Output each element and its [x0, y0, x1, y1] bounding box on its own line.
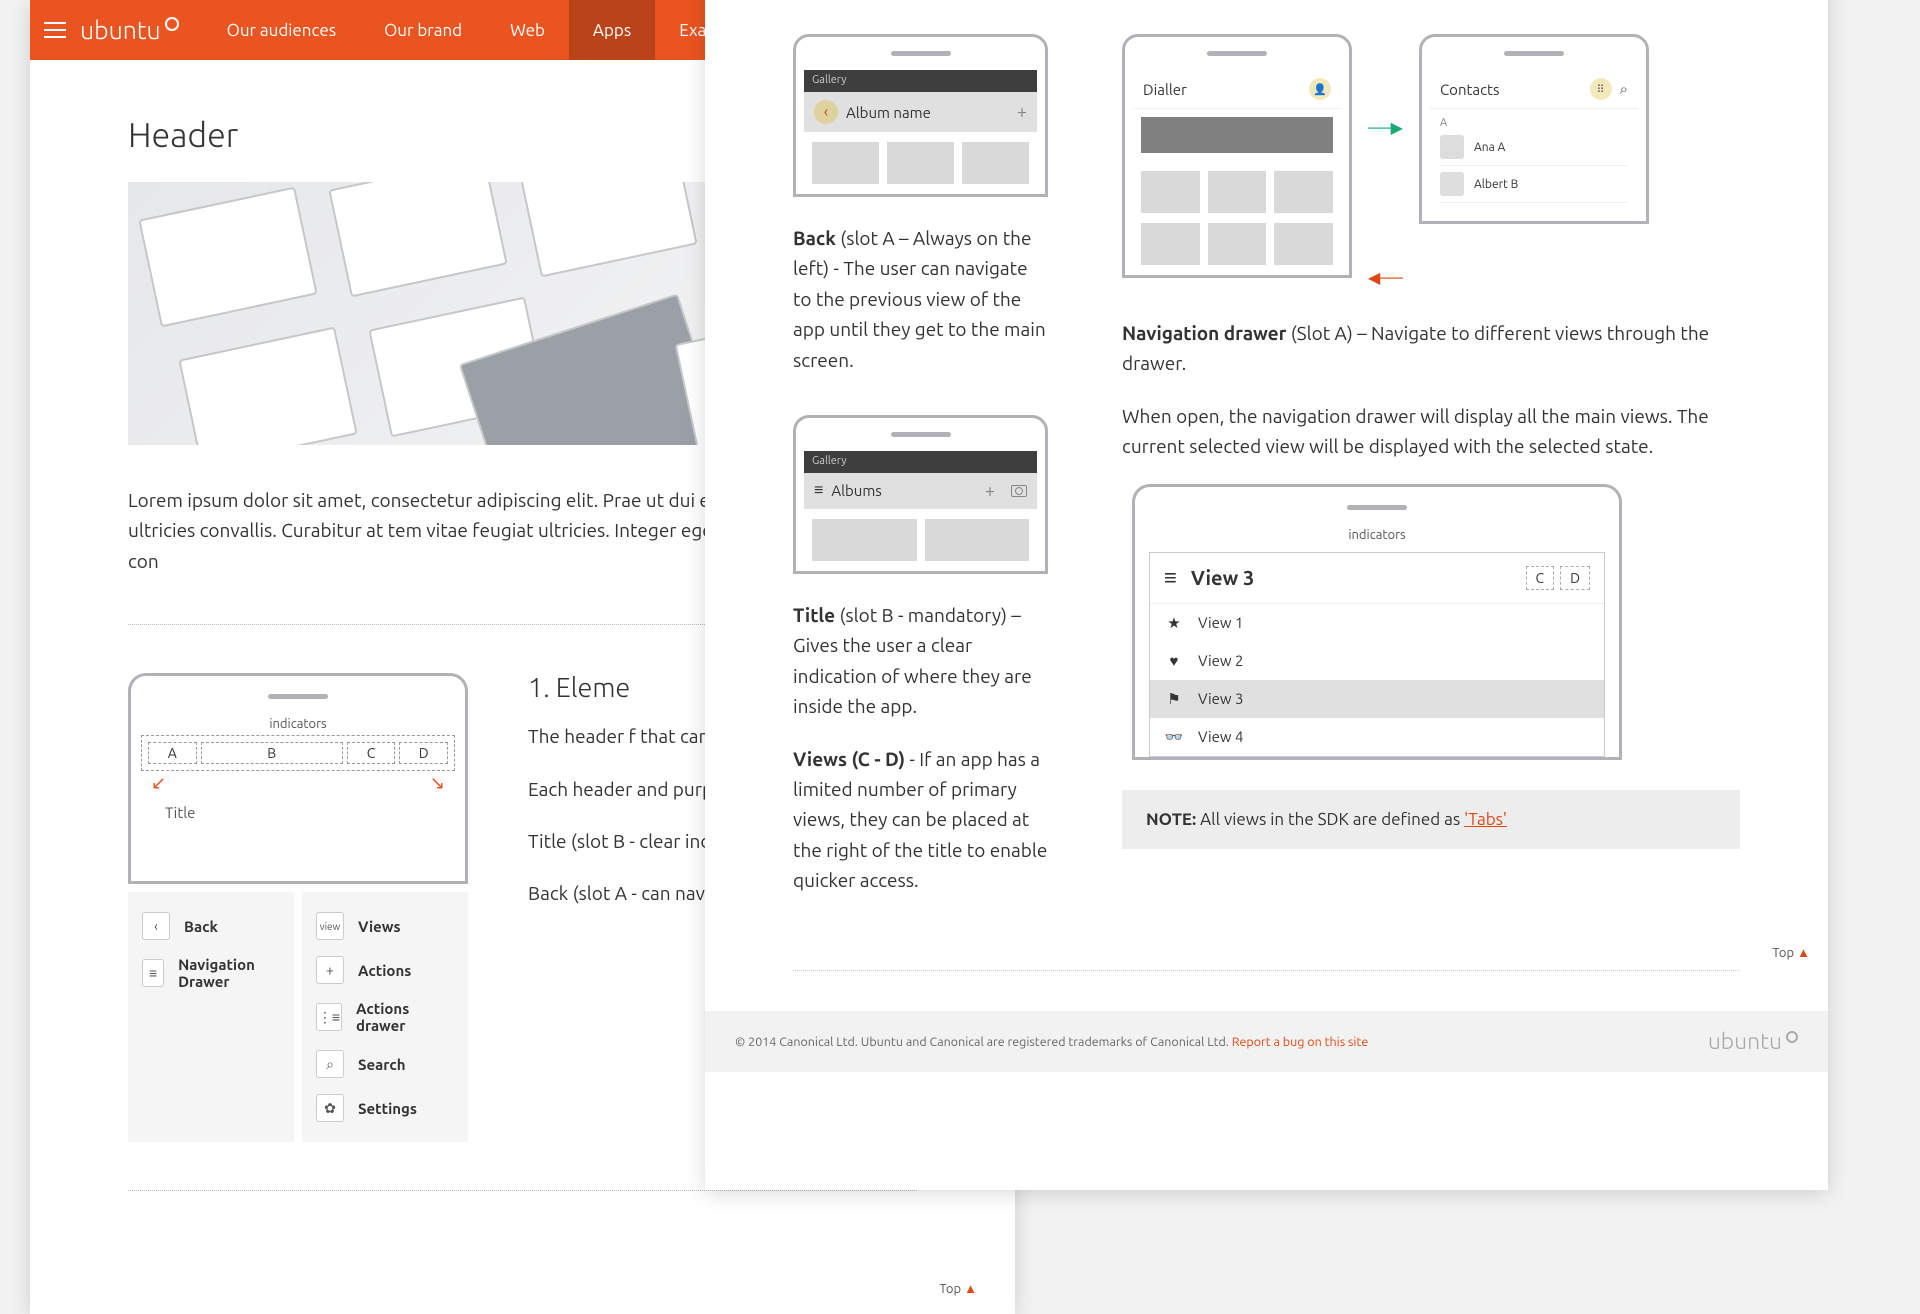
legend-item-views: view Views: [316, 904, 454, 948]
avatar-icon: [1440, 172, 1464, 196]
indicators-label: indicators: [141, 713, 455, 735]
header-title: Dialler: [1143, 81, 1187, 98]
header-title: Album name: [846, 104, 931, 121]
slot-d: D: [399, 742, 448, 764]
flag-icon: ⚑: [1164, 690, 1184, 708]
bug-link[interactable]: Report a bug on this site: [1232, 1035, 1369, 1049]
triangle-up-icon: ▲: [964, 1282, 977, 1296]
user-icon[interactable]: 👤: [1309, 78, 1331, 100]
top-link[interactable]: Top ▲: [921, 1271, 995, 1306]
nav-items: Our audiences Our brand Web Apps Exam: [203, 0, 745, 60]
header-title: Contacts: [1440, 81, 1499, 98]
slot-c: C: [347, 742, 396, 764]
arrow-down-icon: ↘: [430, 773, 445, 794]
drawer-expanded-mockup: indicators ≡ View 3 C D ★View 1 ♥View 2: [1132, 484, 1622, 760]
legend-item-actions-drawer: ⋮≡ Actions drawer: [316, 992, 454, 1042]
search-icon: ⌕: [316, 1050, 344, 1078]
phone-speaker-icon: [268, 694, 328, 699]
drawer-item-4[interactable]: 👓View 4: [1150, 718, 1604, 756]
arrow-right-icon: ──▶: [1368, 118, 1403, 138]
title-desc: Title (slot B - mandatory) – Gives the u…: [793, 600, 1048, 722]
actions-drawer-icon: ⋮≡: [316, 1003, 342, 1031]
nav-item-brand[interactable]: Our brand: [360, 0, 486, 60]
nav-item-audiences[interactable]: Our audiences: [203, 0, 360, 60]
nav-item-web[interactable]: Web: [486, 0, 569, 60]
slot-a: A: [148, 742, 197, 764]
slot-b: B: [201, 742, 343, 764]
footer-logo: ubuntu: [1708, 1029, 1798, 1054]
drawer-item-2[interactable]: ♥View 2: [1150, 642, 1604, 680]
brand-logo[interactable]: ubuntu: [80, 16, 179, 44]
mock-title-phone: Gallery ≡ Albums +: [793, 415, 1048, 574]
heart-icon: ♥: [1164, 652, 1184, 670]
slot-c: C: [1526, 566, 1555, 590]
plus-icon[interactable]: +: [985, 481, 995, 501]
legend-item-nav-drawer: ≡ Navigation Drawer: [142, 948, 280, 998]
brand-text: ubuntu: [80, 16, 161, 44]
phone-slots-mockup: indicators A B C D ↙ ↘ Title: [128, 673, 468, 884]
plus-icon: +: [316, 956, 344, 984]
divider: [128, 1190, 917, 1191]
mock-back-phone: Gallery ‹ Album name +: [793, 34, 1048, 197]
hamburger-icon[interactable]: ≡: [1164, 565, 1177, 591]
back-icon[interactable]: ‹: [814, 100, 838, 124]
tabs-link[interactable]: 'Tabs': [1464, 810, 1507, 829]
search-icon[interactable]: ⌕: [1620, 80, 1628, 98]
gear-icon: ✿: [316, 1094, 344, 1122]
view-icon: view: [316, 912, 344, 940]
nav-item-apps[interactable]: Apps: [569, 0, 655, 60]
drawer-current-view: View 3: [1191, 566, 1254, 589]
section-letter: A: [1440, 117, 1628, 129]
footer: © 2014 Canonical Ltd. Ubuntu and Canonic…: [705, 1011, 1828, 1072]
app-bar: Gallery: [804, 70, 1037, 92]
views-desc: Views (C - D) - If an app has a limited …: [793, 744, 1048, 896]
arrow-left-icon: ◀──: [1368, 268, 1403, 288]
contact-row[interactable]: Albert B: [1440, 166, 1628, 203]
copyright: © 2014 Canonical Ltd. Ubuntu and Canonic…: [735, 1035, 1368, 1049]
hamburger-icon: ≡: [142, 959, 164, 987]
glasses-icon: 👓: [1164, 728, 1184, 746]
star-icon: ★: [1164, 614, 1184, 632]
app-bar: Gallery: [804, 451, 1037, 473]
page-right: Top ▲ Gallery ‹ Album name + Back (slot …: [705, 0, 1828, 1190]
back-desc: Back (slot A – Always on the left) - The…: [793, 223, 1048, 375]
brand-circle-icon: [165, 17, 179, 31]
legend-item-settings: ✿ Settings: [316, 1086, 454, 1130]
contact-row[interactable]: Ana A: [1440, 129, 1628, 166]
drawer-item-1[interactable]: ★View 1: [1150, 604, 1604, 642]
navdrawer-desc1: Navigation drawer (Slot A) – Navigate to…: [1122, 318, 1740, 379]
dialpad-icon[interactable]: ⠿: [1590, 78, 1612, 100]
brand-circle-icon: [1786, 1031, 1798, 1043]
avatar-icon: [1440, 135, 1464, 159]
indicators-label: indicators: [1149, 524, 1605, 546]
arrow-down-icon: ↙: [151, 773, 166, 794]
drawer-transition-mockup: Dialler 👤 ──▶ ◀── Contact: [1122, 34, 1740, 288]
slot-d: D: [1560, 566, 1590, 590]
menu-icon[interactable]: [44, 22, 66, 38]
legend-item-back: ‹ Back: [142, 904, 280, 948]
top-link[interactable]: Top ▲: [705, 935, 1828, 970]
back-chevron-icon: ‹: [142, 912, 170, 940]
drawer-item-3[interactable]: ⚑View 3: [1150, 680, 1604, 718]
legend-item-search: ⌕ Search: [316, 1042, 454, 1086]
plus-icon[interactable]: +: [1017, 102, 1027, 122]
triangle-up-icon: ▲: [1797, 946, 1810, 960]
header-title: Albums: [831, 482, 881, 499]
title-slot-label: Title: [141, 794, 455, 881]
camera-icon[interactable]: [1011, 485, 1027, 497]
hamburger-icon[interactable]: ≡: [814, 481, 823, 500]
legend: ‹ Back ≡ Navigation Drawer view Views: [128, 892, 468, 1142]
legend-item-actions: + Actions: [316, 948, 454, 992]
navdrawer-desc2: When open, the navigation drawer will di…: [1122, 401, 1740, 462]
note-box: NOTE: All views in the SDK are defined a…: [1122, 790, 1740, 849]
